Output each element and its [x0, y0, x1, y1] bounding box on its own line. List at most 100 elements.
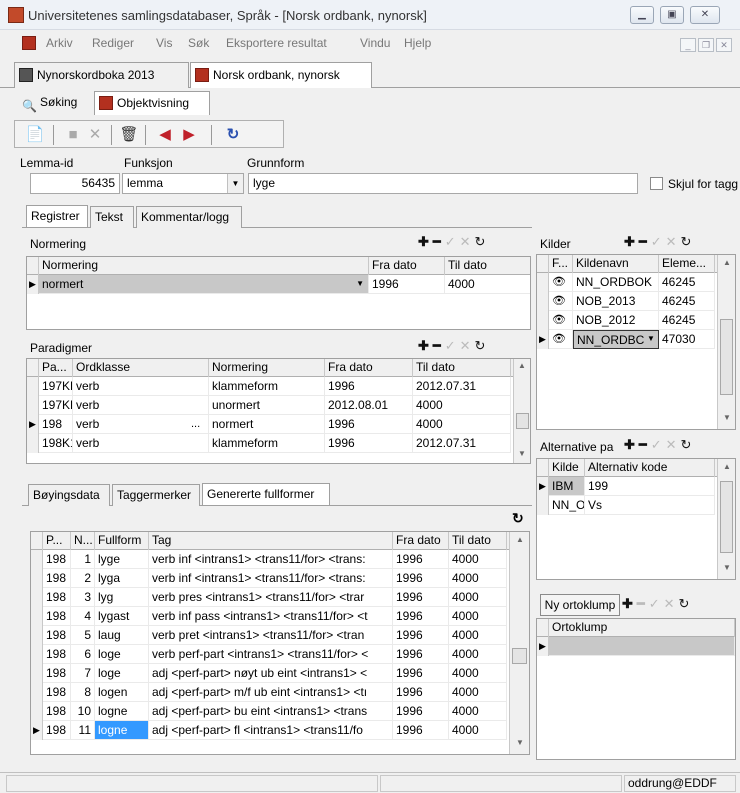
menu-arkiv[interactable]: Arkiv — [46, 36, 73, 50]
table-row[interactable]: ▶ 👁 NN_ORDBC ▼ 47030 — [537, 330, 717, 349]
table-row[interactable]: 198 4 lygast verb inf pass <intrans1> <tran… — [31, 607, 509, 626]
fullformer-cell[interactable]: lyg — [95, 588, 149, 607]
grunnform-field[interactable]: lyge — [248, 173, 638, 194]
fullformer-cell[interactable]: 4000 — [449, 626, 507, 645]
col-til-dato[interactable]: Til dato — [449, 532, 507, 550]
fullformer-cell[interactable]: 1996 — [393, 721, 449, 740]
fullformer-cell[interactable]: 1996 — [393, 569, 449, 588]
scroll-thumb[interactable] — [720, 481, 733, 553]
mdi-close-button[interactable]: ✕ — [716, 38, 732, 52]
table-row[interactable]: 👁 NOB_2013 46245 — [537, 292, 717, 311]
menu-vindu[interactable]: Vindu — [360, 36, 390, 50]
menu-sok[interactable]: Søk — [188, 36, 209, 50]
tab-genererte-fullformer[interactable]: Genererte fullformer — [202, 483, 330, 505]
fullformer-cell[interactable]: 4000 — [449, 550, 507, 569]
tab-tekst[interactable]: Tekst — [90, 206, 134, 228]
col-f[interactable]: F... — [549, 255, 573, 273]
paradigmer-cell[interactable]: klammeform — [209, 434, 325, 453]
fullformer-cell[interactable]: logne — [95, 702, 149, 721]
paradigmer-cell[interactable]: verb — [73, 415, 209, 434]
table-row[interactable]: 198 6 loge verb perf-part <intrans1> <trans… — [31, 645, 509, 664]
cell-alternativ-kode[interactable]: Vs — [585, 496, 715, 515]
cell-kilde[interactable]: IBM — [549, 477, 585, 496]
col-fullform[interactable]: Fullform — [95, 532, 149, 550]
paradigmer-cell[interactable]: 4000 — [413, 415, 511, 434]
remove-icon[interactable]: ━ — [639, 234, 651, 249]
fullformer-cell[interactable]: 7 — [71, 664, 95, 683]
mdi-minimize-button[interactable]: _ — [680, 38, 696, 52]
paradigmer-cell[interactable]: 197KL — [39, 396, 73, 415]
fullformer-cell[interactable]: 198 — [43, 721, 71, 740]
scroll-thumb[interactable] — [516, 413, 529, 429]
fullformer-cell[interactable]: 4 — [71, 607, 95, 626]
paradigmer-cell[interactable]: 198 — [39, 415, 73, 434]
refresh-icon[interactable]: ↻ — [681, 437, 696, 452]
fullformer-cell[interactable]: lygast — [95, 607, 149, 626]
fullformer-cell[interactable]: verb perf-part <intrans1> <trans11/for> … — [149, 645, 393, 664]
cell-kildenavn[interactable]: NN_ORDBOK — [573, 273, 659, 292]
fullformer-cell[interactable]: 4000 — [449, 588, 507, 607]
arrow-right-icon[interactable]: ▶ — [179, 125, 199, 145]
check-icon[interactable]: ✓ — [649, 596, 664, 611]
col-element[interactable]: Eleme... — [659, 255, 715, 273]
check-icon[interactable]: ✓ — [445, 338, 460, 353]
arrow-left-icon[interactable]: ◀ — [155, 125, 175, 145]
tab-objektvisning[interactable]: Objektvisning — [94, 91, 210, 115]
table-row[interactable]: 198 3 lyg verb pres <intrans1> <trans11/for… — [31, 588, 509, 607]
fullformer-cell[interactable]: 1996 — [393, 550, 449, 569]
tab-kommentar[interactable]: Kommentar/logg — [136, 206, 242, 228]
fullformer-cell[interactable]: 1996 — [393, 588, 449, 607]
table-row[interactable]: 198 2 lyga verb inf <intrans1> <trans11/for… — [31, 569, 509, 588]
new-record-icon[interactable]: 📄 — [25, 125, 45, 145]
col-normering[interactable]: Normering — [209, 359, 325, 377]
menu-vis[interactable]: Vis — [156, 36, 172, 50]
paradigmer-cell[interactable]: 2012.07.31 — [413, 377, 511, 396]
cancel-icon[interactable]: ✕ — [666, 234, 681, 249]
remove-icon[interactable]: ━ — [433, 338, 445, 353]
refresh-icon[interactable]: ↻ — [475, 338, 490, 353]
add-icon[interactable]: ✚ — [624, 234, 639, 249]
cell-til-dato[interactable]: 4000 — [445, 275, 530, 294]
tab-boyingsdata[interactable]: Bøyingsdata — [28, 484, 110, 506]
scroll-thumb[interactable] — [720, 319, 733, 395]
table-row[interactable]: 👁 NN_ORDBOK 46245 — [537, 273, 717, 292]
cancel-icon[interactable]: ✕ — [460, 338, 475, 353]
fullformer-cell[interactable]: 198 — [43, 702, 71, 721]
doc-tab-nynorskordboka[interactable]: Nynorskordboka 2013 — [14, 62, 189, 88]
scroll-up-icon[interactable]: ▲ — [516, 535, 524, 544]
paradigmer-cell[interactable]: verb — [73, 434, 209, 453]
fullformer-cell[interactable]: loge — [95, 664, 149, 683]
refresh-icon[interactable]: ↻ — [679, 596, 694, 611]
maximize-button[interactable]: ▣ — [660, 6, 684, 24]
fullformer-cell[interactable]: adj <perf-part> bu eint <intrans1> <tran… — [149, 702, 393, 721]
fullformer-cell[interactable]: 4000 — [449, 702, 507, 721]
mdi-restore-button[interactable]: ❐ — [698, 38, 714, 52]
paradigmer-cell[interactable]: 2012.08.01 — [325, 396, 413, 415]
stop-icon[interactable]: ■ — [63, 125, 83, 145]
scroll-down-icon[interactable]: ▼ — [518, 449, 526, 458]
cell-fra-dato[interactable]: 1996 — [369, 275, 445, 294]
scroll-up-icon[interactable]: ▲ — [518, 361, 526, 370]
fullformer-cell[interactable]: logen — [95, 683, 149, 702]
fullformer-cell[interactable]: 4000 — [449, 569, 507, 588]
cell-normering[interactable]: normert ▼ — [39, 275, 369, 294]
cancel-icon[interactable]: ✕ — [85, 125, 105, 145]
cell-kilde[interactable]: NN_O — [549, 496, 585, 515]
paradigmer-cell[interactable]: 4000 — [413, 396, 511, 415]
col-nummer[interactable]: N... — [71, 532, 95, 550]
lemma-id-field[interactable]: 56435 — [30, 173, 120, 194]
col-kildenavn[interactable]: Kildenavn — [573, 255, 659, 273]
fullformer-cell[interactable]: loge — [95, 645, 149, 664]
cell-element[interactable]: 46245 — [659, 311, 715, 330]
fullformer-cell[interactable]: verb pres <intrans1> <trans11/for> <trar — [149, 588, 393, 607]
refresh-icon[interactable]: ↻ — [475, 234, 490, 249]
check-icon[interactable]: ✓ — [651, 234, 666, 249]
table-row[interactable]: 198 1 lyge verb inf <intrans1> <trans11/for… — [31, 550, 509, 569]
scroll-up-icon[interactable]: ▲ — [723, 258, 731, 267]
refresh-icon[interactable]: ↻ — [223, 125, 243, 145]
paradigmer-cell[interactable]: normert — [209, 415, 325, 434]
add-icon[interactable]: ✚ — [622, 596, 637, 611]
fullformer-cell[interactable]: verb inf <intrans1> <trans11/for> <trans… — [149, 569, 393, 588]
fullformer-cell[interactable]: 4000 — [449, 683, 507, 702]
cell-element[interactable]: 46245 — [659, 292, 715, 311]
